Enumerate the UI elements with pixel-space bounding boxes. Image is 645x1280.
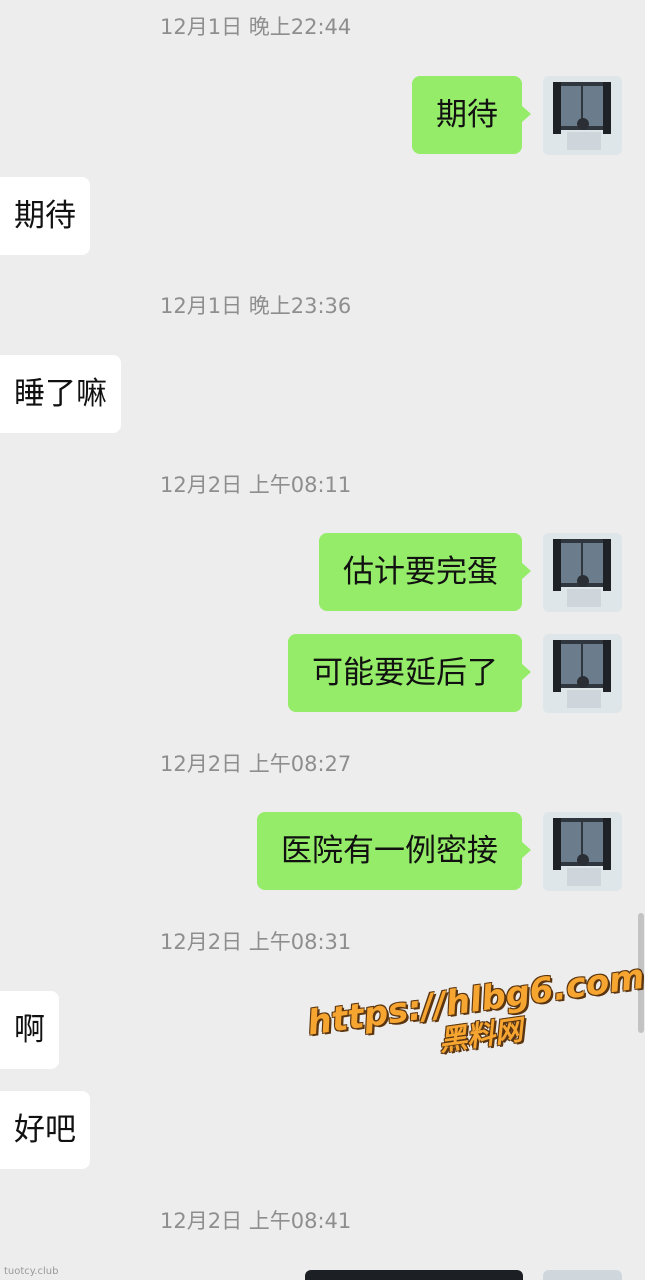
avatar-illustration-icon — [543, 76, 622, 155]
incoming-message-bubble[interactable]: 期待 — [0, 177, 90, 255]
timestamp: 12月1日 晚上23:36 — [160, 294, 352, 318]
incoming-message-bubble[interactable]: 好吧 — [0, 1091, 90, 1169]
outgoing-message-bubble[interactable]: 医院有一例密接 — [257, 812, 531, 890]
user-avatar[interactable] — [543, 634, 622, 713]
user-avatar[interactable] — [543, 1270, 622, 1280]
avatar-illustration-icon — [543, 634, 622, 713]
timestamp: 12月2日 上午08:41 — [160, 1209, 352, 1233]
outgoing-message-bubble[interactable]: 期待 — [412, 76, 531, 154]
timestamp: 12月2日 上午08:11 — [160, 473, 352, 497]
outgoing-image-message[interactable] — [305, 1270, 523, 1280]
outgoing-message-bubble[interactable]: 估计要完蛋 — [319, 533, 531, 611]
timestamp: 12月1日 晚上22:44 — [160, 15, 352, 39]
incoming-message-bubble[interactable]: 睡了嘛 — [0, 355, 121, 433]
timestamp: 12月2日 上午08:27 — [160, 752, 352, 776]
avatar-illustration-icon — [543, 812, 622, 891]
outgoing-message-bubble[interactable]: 可能要延后了 — [288, 634, 531, 712]
user-avatar[interactable] — [543, 812, 622, 891]
footer-watermark: tuotcy.club — [4, 1266, 59, 1277]
timestamp: 12月2日 上午08:31 — [160, 930, 352, 954]
user-avatar[interactable] — [543, 76, 622, 155]
watermark: https://hlbg6.com 黑料网 — [305, 957, 645, 1076]
avatar-illustration-icon — [543, 533, 622, 612]
incoming-message-bubble[interactable]: 啊 — [0, 991, 59, 1069]
user-avatar[interactable] — [543, 533, 622, 612]
